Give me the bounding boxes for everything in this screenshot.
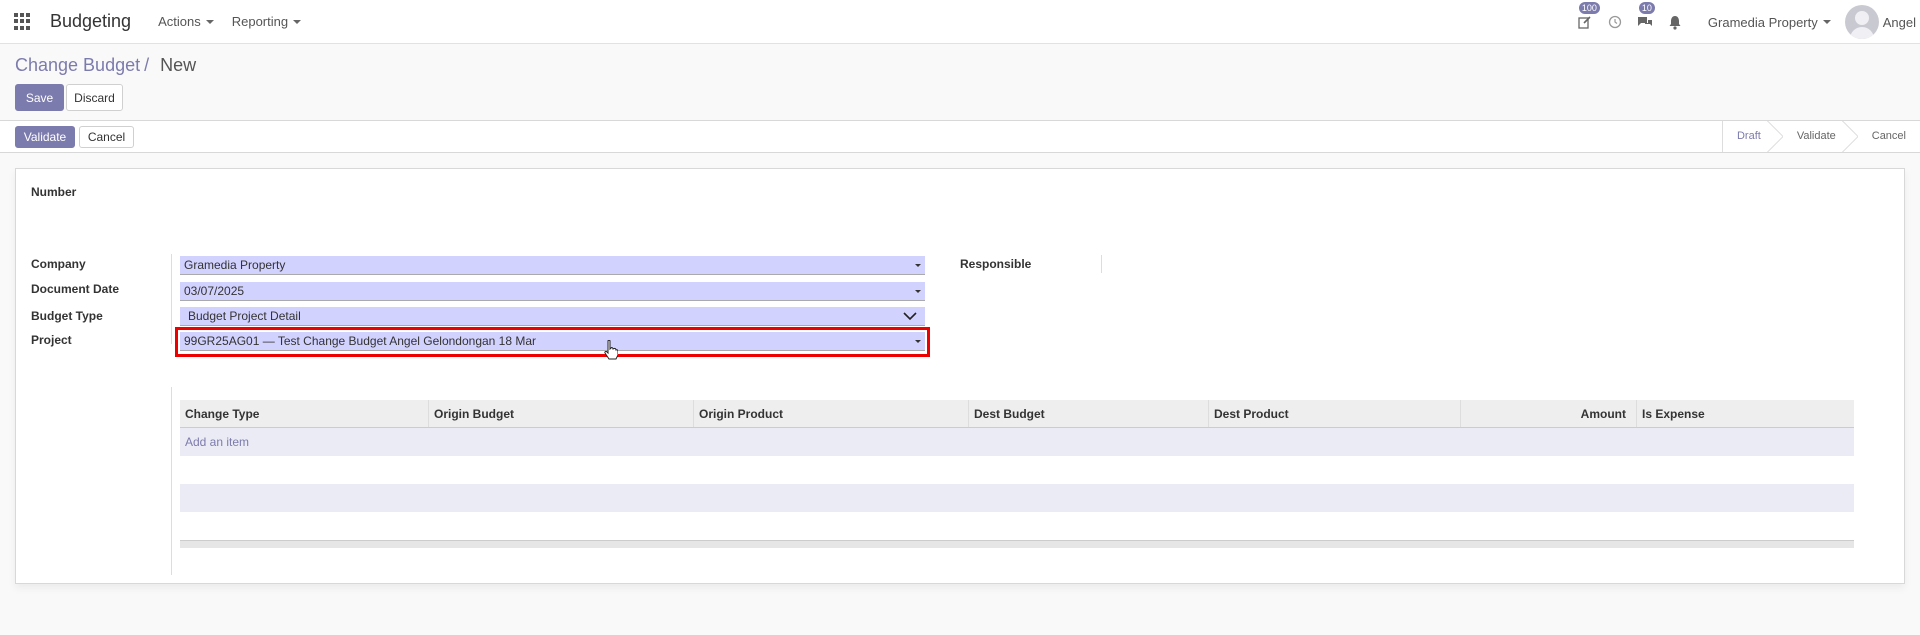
project-field[interactable]: 99GR25AG01 — Test Change Budget Angel Ge…: [180, 332, 925, 351]
add-item-link[interactable]: Add an item: [185, 435, 249, 449]
add-item-row: Add an item: [180, 428, 1854, 456]
menu-reporting[interactable]: Reporting: [231, 14, 302, 29]
project-value: 99GR25AG01 — Test Change Budget Angel Ge…: [184, 334, 537, 348]
company-label: Company: [31, 257, 86, 271]
budget-type-field[interactable]: Budget Project Detail: [180, 307, 925, 326]
activity-edit-icon[interactable]: 100: [1575, 2, 1600, 32]
breadcrumb: Change Budget / New: [15, 55, 196, 76]
table-row: [180, 484, 1854, 512]
apps-menu-icon[interactable]: [14, 12, 32, 31]
column-is-expense[interactable]: Is Expense: [1637, 400, 1854, 427]
messages-icon[interactable]: 10: [1635, 2, 1655, 32]
menu-reporting-label: Reporting: [231, 14, 289, 29]
dropdown-caret-icon: [915, 264, 921, 267]
chevron-down-icon: [903, 312, 917, 321]
status-stages: Draft Validate Cancel: [1721, 121, 1920, 152]
user-avatar[interactable]: [1844, 5, 1879, 39]
messages-badge: 10: [1638, 2, 1655, 14]
caret-down-icon: [205, 19, 214, 24]
dropdown-caret-icon: [915, 340, 921, 343]
document-date-label: Document Date: [31, 282, 120, 296]
table-row: [180, 512, 1854, 540]
caret-down-icon: [293, 19, 302, 24]
table-row: [180, 456, 1854, 484]
column-change-type[interactable]: Change Type: [180, 400, 429, 427]
budget-type-label: Budget Type: [31, 309, 103, 323]
column-amount[interactable]: Amount: [1461, 400, 1637, 427]
menu-actions-label: Actions: [158, 14, 201, 29]
validate-button[interactable]: Validate: [15, 126, 75, 148]
hand-pointer-icon: [604, 340, 618, 360]
form-sheet: Number Company Document Date Budget Type…: [15, 168, 1905, 584]
column-origin-product[interactable]: Origin Product: [694, 400, 969, 427]
company-field-value: Gramedia Property: [184, 258, 286, 272]
app-title: Budgeting: [50, 11, 132, 31]
top-navbar: Budgeting Actions Reporting 100 10 Grame…: [0, 0, 1920, 44]
responsible-label: Responsible: [960, 257, 1032, 271]
document-date-field[interactable]: 03/07/2025: [180, 282, 925, 301]
table-divider: [171, 387, 172, 575]
breadcrumb-parent[interactable]: Change Budget: [15, 55, 140, 75]
company-switcher-label: Gramedia Property: [1707, 14, 1818, 30]
clock-icon[interactable]: [1605, 12, 1625, 32]
document-date-value: 03/07/2025: [184, 284, 245, 298]
budget-type-value: Budget Project Detail: [188, 309, 301, 323]
column-dest-budget[interactable]: Dest Budget: [969, 400, 1209, 427]
stage-validate[interactable]: Validate: [1775, 121, 1850, 152]
column-dest-product[interactable]: Dest Product: [1209, 400, 1461, 427]
breadcrumb-separator: /: [144, 55, 150, 75]
activity-badge: 100: [1578, 2, 1600, 14]
bell-icon[interactable]: [1665, 12, 1685, 32]
company-field[interactable]: Gramedia Property: [180, 256, 925, 275]
budget-lines-table: Change Type Origin Budget Origin Product…: [180, 400, 1854, 548]
stage-draft[interactable]: Draft: [1723, 121, 1775, 152]
navbar-systray: 100 10 Gramedia Property Angel: [1570, 0, 1920, 44]
user-name[interactable]: Angel: [1883, 15, 1916, 30]
responsible-field[interactable]: [1101, 255, 1102, 273]
number-label: Number: [31, 185, 77, 199]
company-switcher[interactable]: Gramedia Property: [1708, 15, 1831, 30]
cancel-button[interactable]: Cancel: [79, 126, 134, 148]
dropdown-caret-icon: [915, 290, 921, 293]
discard-button[interactable]: Discard: [66, 84, 123, 111]
table-footer: [180, 540, 1854, 548]
column-origin-budget[interactable]: Origin Budget: [429, 400, 694, 427]
field-divider: [171, 254, 172, 344]
stage-cancel[interactable]: Cancel: [1850, 121, 1920, 152]
project-label: Project: [31, 333, 72, 347]
save-button[interactable]: Save: [15, 84, 64, 111]
stage-validate-label: Validate: [1796, 130, 1836, 142]
menu-actions[interactable]: Actions: [158, 14, 214, 29]
status-bar: Validate Cancel Draft Validate Cancel: [0, 120, 1920, 153]
stage-draft-label: Draft: [1736, 130, 1761, 142]
breadcrumb-current: New: [160, 55, 197, 75]
stage-cancel-label: Cancel: [1871, 130, 1906, 142]
table-header: Change Type Origin Budget Origin Product…: [180, 400, 1854, 428]
caret-down-icon: [1822, 20, 1831, 24]
